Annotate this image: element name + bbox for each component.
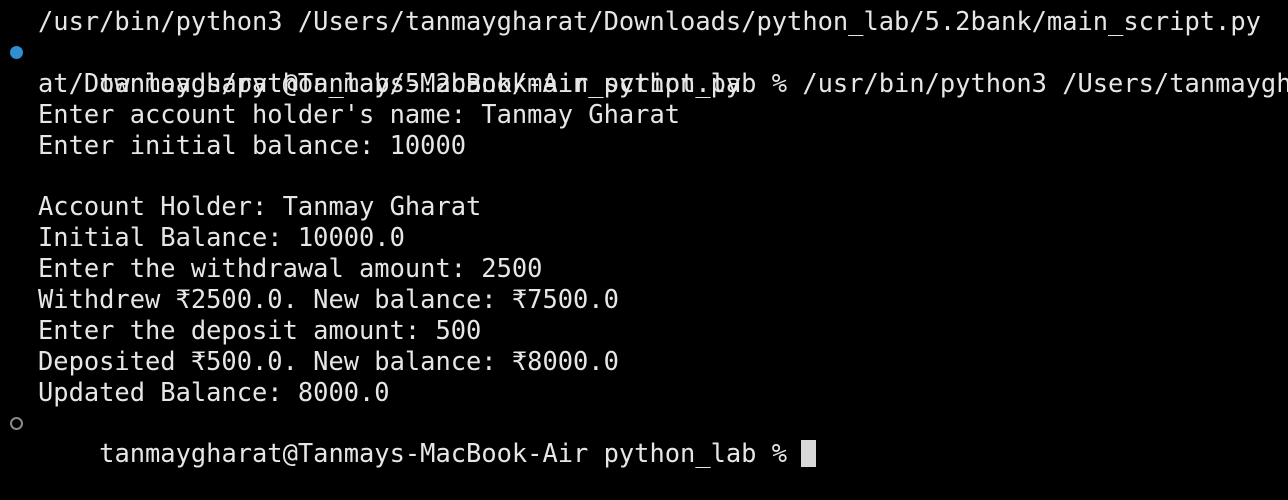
terminal-prompt-line[interactable]: tanmaygharat@Tanmays-MacBook-Air python_… — [0, 408, 1288, 468]
terminal-output-line: Enter account holder's name: Tanmay Ghar… — [38, 98, 681, 129]
command-success-decoration-icon[interactable] — [10, 45, 23, 59]
command-idle-decoration-icon[interactable] — [10, 416, 23, 430]
terminal-output-line: /usr/bin/python3 /Users/tanmaygharat/Dow… — [38, 6, 1261, 36]
terminal-output-line: Enter the deposit amount: 500 — [38, 314, 482, 345]
terminal-output-line: Enter initial balance: 10000 — [38, 129, 467, 160]
terminal-panel[interactable]: /usr/bin/python3 /Users/tanmaygharat/Dow… — [0, 0, 1288, 468]
terminal-command-line: tanmaygharat@Tanmays-MacBook-Air python_… — [0, 37, 1288, 98]
terminal-output-line: Initial Balance: 10000.0 — [38, 222, 405, 253]
terminal-prompt: tanmaygharat@Tanmays-MacBook-Air python_… — [99, 438, 788, 469]
terminal-output-line: Deposited ₹500.0. New balance: ₹8000.0 — [38, 345, 619, 376]
terminal-output-line: at/Downloads/python_lab/5.2bank/main_scr… — [38, 67, 742, 98]
terminal-output-line: Updated Balance: 8000.0 — [38, 376, 390, 407]
terminal-output-line: Account Holder: Tanmay Gharat — [38, 191, 482, 222]
terminal-output-line: Enter the withdrawal amount: 2500 — [38, 253, 543, 284]
terminal-output-line: Withdrew ₹2500.0. New balance: ₹7500.0 — [38, 284, 619, 315]
text-cursor — [801, 440, 817, 468]
